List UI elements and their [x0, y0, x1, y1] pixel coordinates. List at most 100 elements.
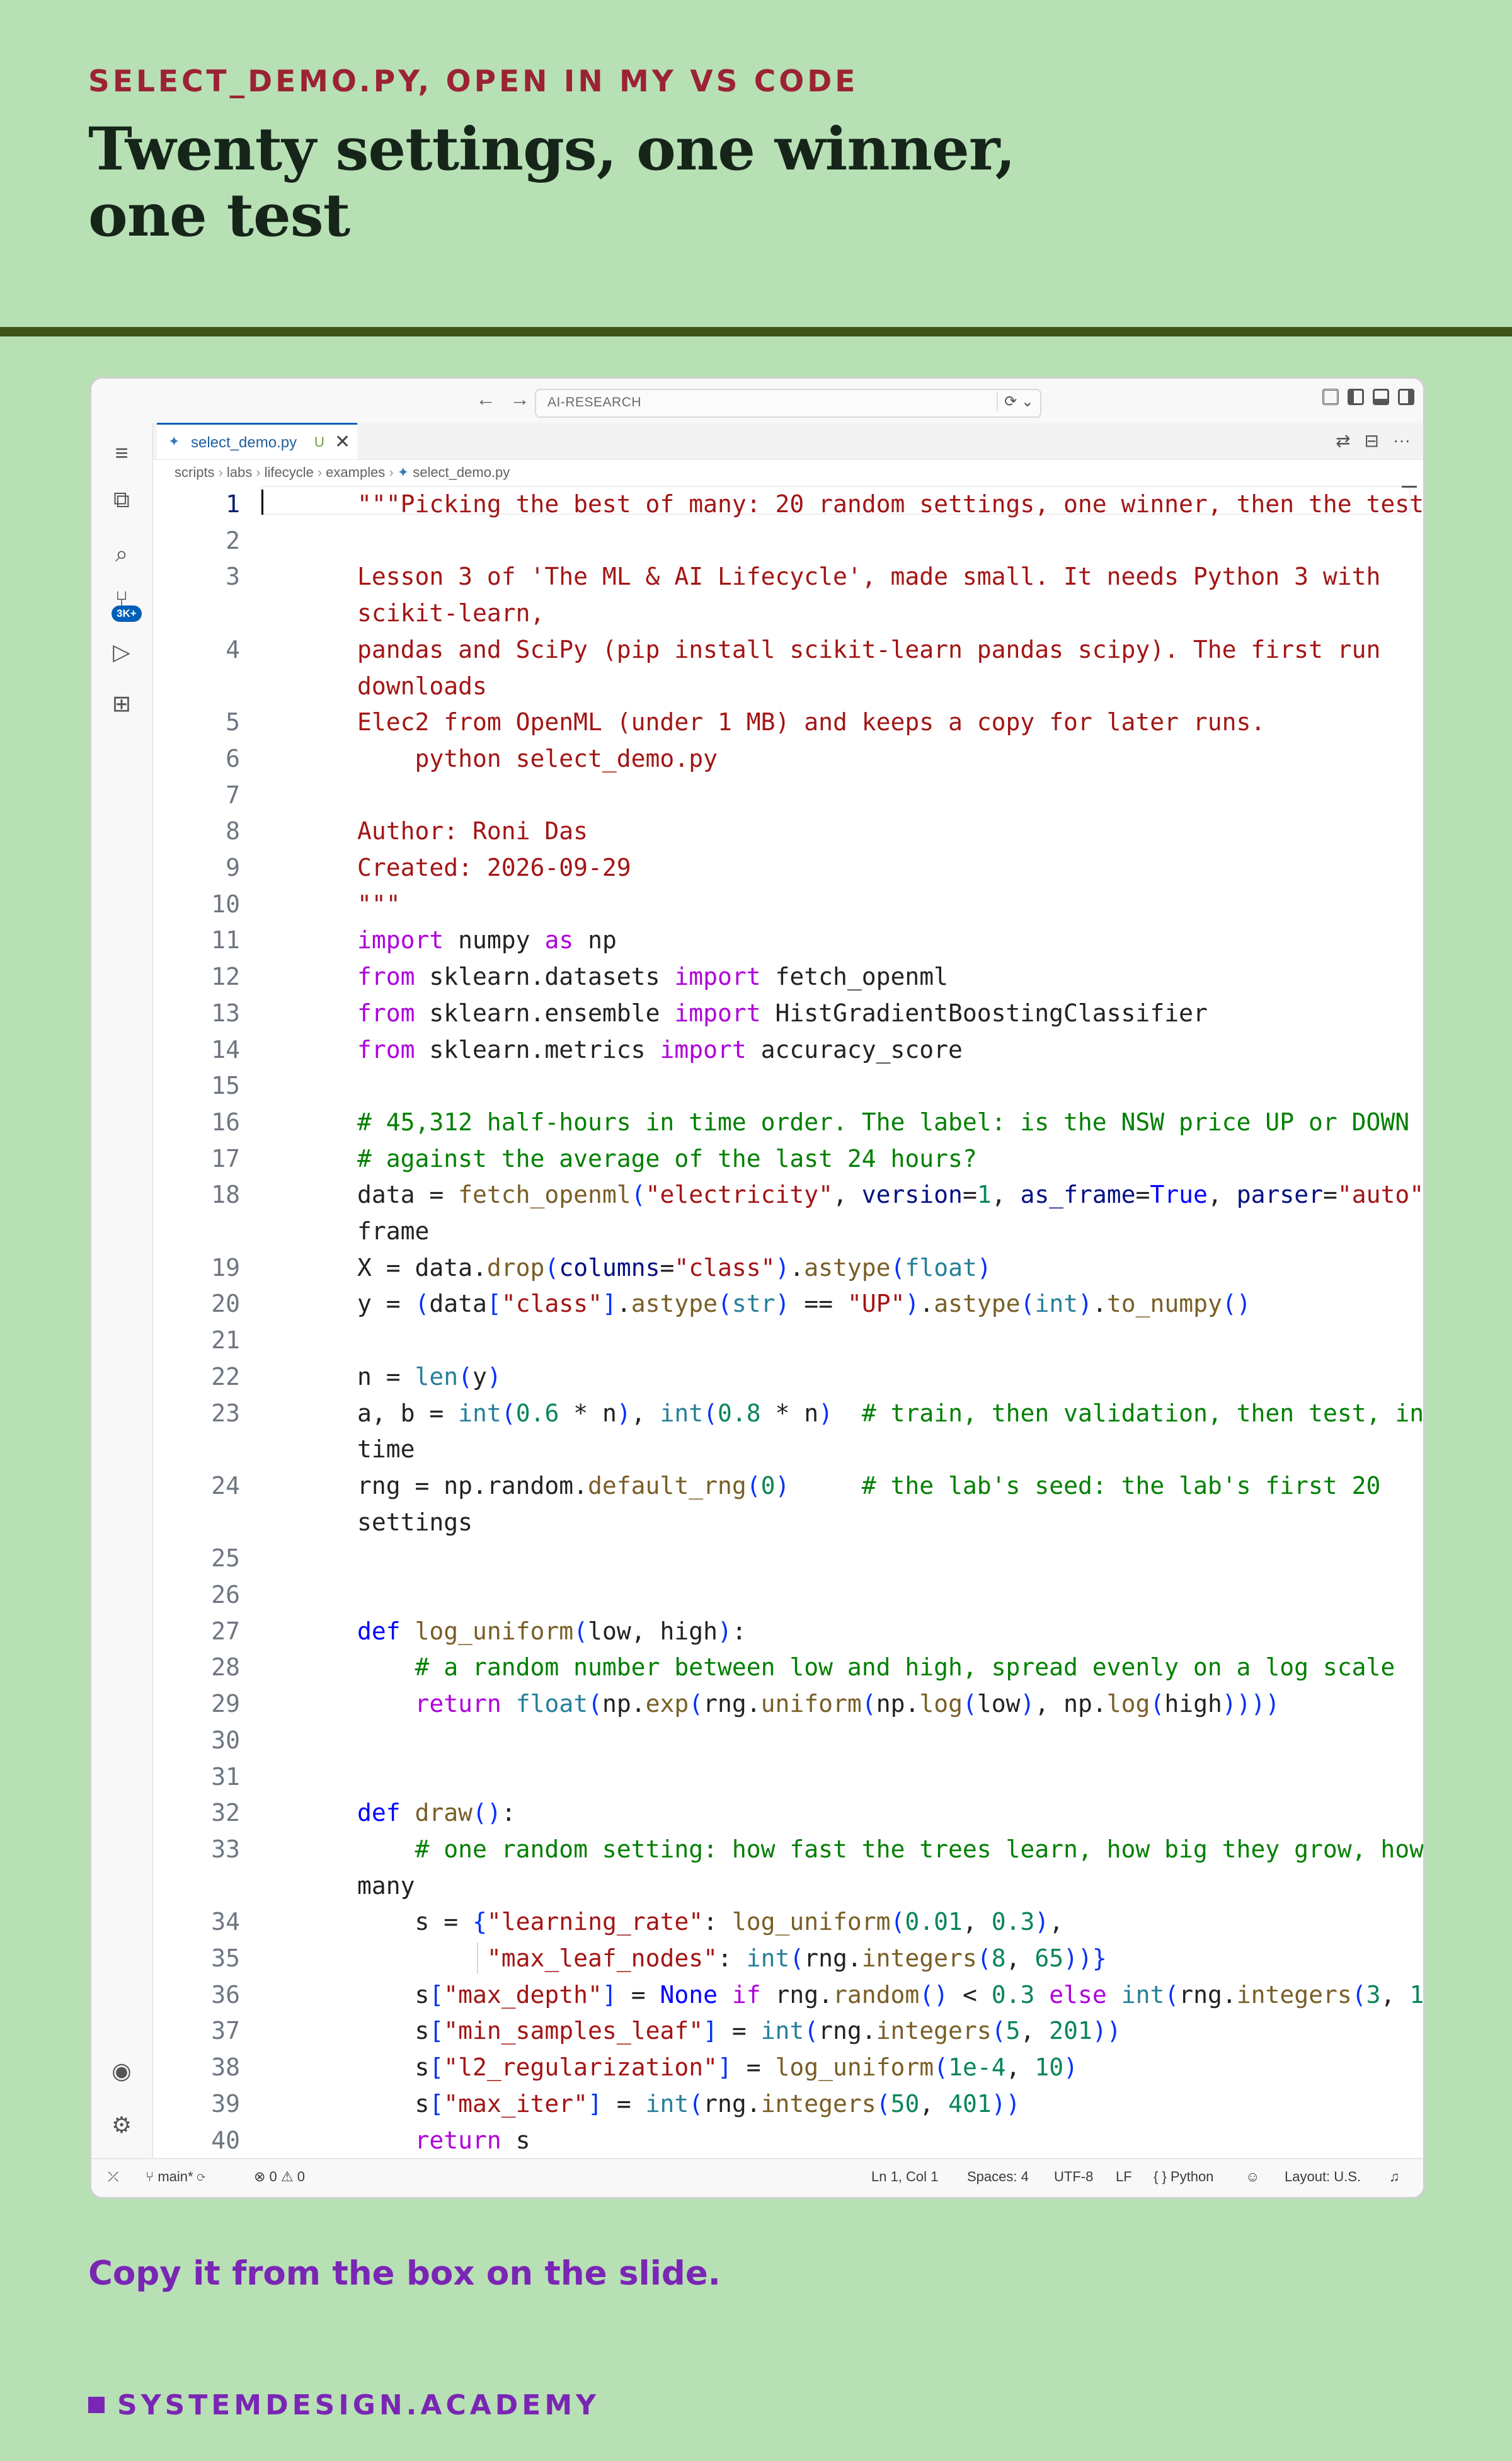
code-text: # a random number between low and high, …	[415, 1653, 1395, 1682]
line-number: 34	[211, 1908, 240, 1936]
line-number: 13	[211, 999, 240, 1027]
breadcrumb-labs[interactable]: labs	[227, 464, 252, 480]
python-file-icon: ✦	[168, 433, 180, 449]
line-number: 21	[211, 1326, 240, 1355]
line-number: 40	[211, 2126, 240, 2154]
code-text: downloads	[357, 672, 487, 700]
extensions-icon[interactable]: ⊞	[108, 690, 135, 718]
forward-arrow-icon[interactable]: →	[510, 387, 530, 410]
editor-actions: ⇄ ⊟ ···	[1336, 430, 1411, 451]
split-editor-icon[interactable]: ⊟	[1365, 430, 1379, 451]
copilot-status-icon[interactable]: ☺	[1246, 2169, 1259, 2185]
cursor-position[interactable]: Ln 1, Col 1	[871, 2169, 938, 2185]
activity-bar: ≡ ⧉ ⌕ ⑂ 3K+ ▷ ⊞ ◉ ⚙	[91, 423, 153, 2158]
remote-icon[interactable]: ⤫	[108, 2169, 119, 2185]
vscode-window: ← → AI-RESEARCH ⟳ ⌄ ≡ ⧉ ⌕ ⑂ 3K+ ▷ ⊞ ◉ ⚙ ✦…	[89, 377, 1425, 2199]
more-actions-icon[interactable]: ···	[1393, 430, 1411, 451]
breadcrumb-scripts[interactable]: scripts	[175, 464, 215, 480]
line-number: 24	[211, 1471, 240, 1500]
line-number: 2	[226, 526, 240, 554]
customize-layout-icon[interactable]	[1322, 389, 1339, 405]
code-text: s["l2_regularization"] = log_uniform(1e-…	[357, 2053, 1079, 2082]
run-debug-icon[interactable]: ▷	[108, 638, 135, 666]
line-number: 5	[226, 708, 240, 737]
line-number: 7	[226, 781, 240, 809]
notifications-bell-icon[interactable]: ♫	[1389, 2169, 1400, 2185]
line-number: 6	[226, 744, 240, 772]
slide-headline: Twenty settings, one winner, one test	[88, 115, 1016, 250]
code-text: """	[357, 890, 401, 918]
line-number: 35	[211, 1944, 240, 1972]
code-text: pandas and SciPy (pip install scikit-lea…	[357, 635, 1381, 663]
code-text: def log_uniform(low, high):	[357, 1617, 747, 1645]
code-text: s["max_iter"] = int(rng.integers(50, 401…	[357, 2089, 1021, 2118]
eol-status[interactable]: LF	[1116, 2169, 1132, 2185]
code-text: Author: Roni Das	[357, 817, 588, 846]
line-number: 10	[211, 890, 240, 918]
code-editor[interactable]: 1 """Picking the best of many: 20 random …	[153, 486, 1423, 2157]
problems-status[interactable]: ⊗ 0 ⚠ 0	[254, 2169, 305, 2185]
line-number: 23	[211, 1399, 240, 1427]
breadcrumb-examples[interactable]: examples	[326, 464, 385, 480]
code-text: data = fetch_openml("electricity", versi…	[357, 1181, 1423, 1209]
code-text: """Picking the best of many: 20 random s…	[357, 490, 1423, 518]
account-icon[interactable]: ◉	[108, 2057, 135, 2085]
footer-note: Copy it from the box on the slide.	[88, 2254, 721, 2293]
code-text: s = {"learning_rate": log_uniform(0.01, …	[357, 1908, 1064, 1936]
line-number: 19	[211, 1253, 240, 1282]
gear-icon[interactable]: ⚙	[108, 2111, 135, 2139]
line-number: 29	[211, 1690, 240, 1718]
line-number: 9	[226, 854, 240, 881]
code-text: Elec2 from OpenML (under 1 MB) and keeps…	[357, 708, 1266, 737]
untracked-status: U	[314, 434, 324, 450]
line-number: 4	[226, 635, 240, 663]
breadcrumb-file[interactable]: select_demo.py	[413, 464, 510, 480]
title-bar: ← → AI-RESEARCH ⟳ ⌄	[91, 379, 1423, 423]
breadcrumb-lifecycle[interactable]: lifecycle	[265, 464, 314, 480]
line-number: 12	[211, 963, 240, 991]
toggle-secondary-sidebar-icon[interactable]	[1398, 389, 1414, 405]
line-number: 27	[211, 1617, 240, 1645]
status-bar: ⤫ ⑂ main* ⟳ ⊗ 0 ⚠ 0 Ln 1, Col 1 Spaces: …	[91, 2158, 1423, 2197]
code-text: "max_leaf_nodes": int(rng.integers(8, 65…	[486, 1944, 1107, 1972]
back-arrow-icon[interactable]: ←	[476, 387, 496, 410]
line-number: 32	[211, 1799, 240, 1827]
code-text: settings	[357, 1508, 473, 1536]
branch-status[interactable]: ⑂ main* ⟳	[146, 2169, 205, 2185]
code-text: # 45,312 half-hours in time order. The l…	[357, 1108, 1410, 1136]
explorer-icon[interactable]: ⧉	[108, 486, 135, 513]
tab-label: select_demo.py	[191, 434, 297, 451]
tab-select-demo[interactable]: ✦ select_demo.py U ✕	[157, 423, 357, 459]
indentation-status[interactable]: Spaces: 4	[967, 2169, 1029, 2185]
brand-square-icon	[88, 2397, 105, 2413]
menu-icon[interactable]: ≡	[108, 439, 135, 467]
python-file-icon: ✦	[397, 464, 410, 480]
command-center-search[interactable]: AI-RESEARCH ⟳ ⌄	[535, 389, 1041, 418]
code-text: # one random setting: how fast the trees…	[415, 1835, 1423, 1863]
close-icon[interactable]: ✕	[335, 431, 350, 453]
language-mode[interactable]: { } Python	[1154, 2169, 1213, 2185]
layout-controls	[1322, 389, 1414, 405]
code-text: Lesson 3 of 'The ML & AI Lifecycle', mad…	[357, 563, 1381, 591]
line-number: 38	[211, 2053, 240, 2082]
line-number: 15	[211, 1072, 240, 1100]
compare-changes-icon[interactable]: ⇄	[1336, 430, 1350, 451]
encoding-status[interactable]: UTF-8	[1054, 2169, 1093, 2185]
code-text: rng = np.random.default_rng(0) # the lab…	[357, 1471, 1381, 1500]
keyboard-layout[interactable]: Layout: U.S.	[1285, 2169, 1361, 2185]
nav-arrows: ← →	[476, 387, 544, 411]
warnings-count: ⚠ 0	[280, 2169, 305, 2184]
code-text: y = (data["class"].astype(str) == "UP").…	[357, 1290, 1251, 1318]
tab-bar: ✦ select_demo.py U ✕ ⇄ ⊟ ···	[153, 423, 1423, 460]
code-text: X = data.drop(columns="class").astype(fl…	[357, 1253, 992, 1282]
line-number: 30	[211, 1726, 240, 1754]
code-text: a, b = int(0.6 * n), int(0.8 * n) # trai…	[357, 1399, 1423, 1427]
indent-guide	[477, 1942, 478, 1974]
copilot-menu-icon[interactable]: ⟳ ⌄	[997, 393, 1034, 411]
search-icon[interactable]: ⌕	[108, 540, 135, 568]
toggle-panel-icon[interactable]	[1373, 389, 1389, 405]
toggle-primary-sidebar-icon[interactable]	[1348, 389, 1364, 405]
line-number: 33	[211, 1835, 240, 1863]
slide-kicker: SELECT_DEMO.PY, OPEN IN MY VS CODE	[88, 64, 859, 99]
code-text: s["max_depth"] = None if rng.random() < …	[357, 1980, 1424, 2009]
